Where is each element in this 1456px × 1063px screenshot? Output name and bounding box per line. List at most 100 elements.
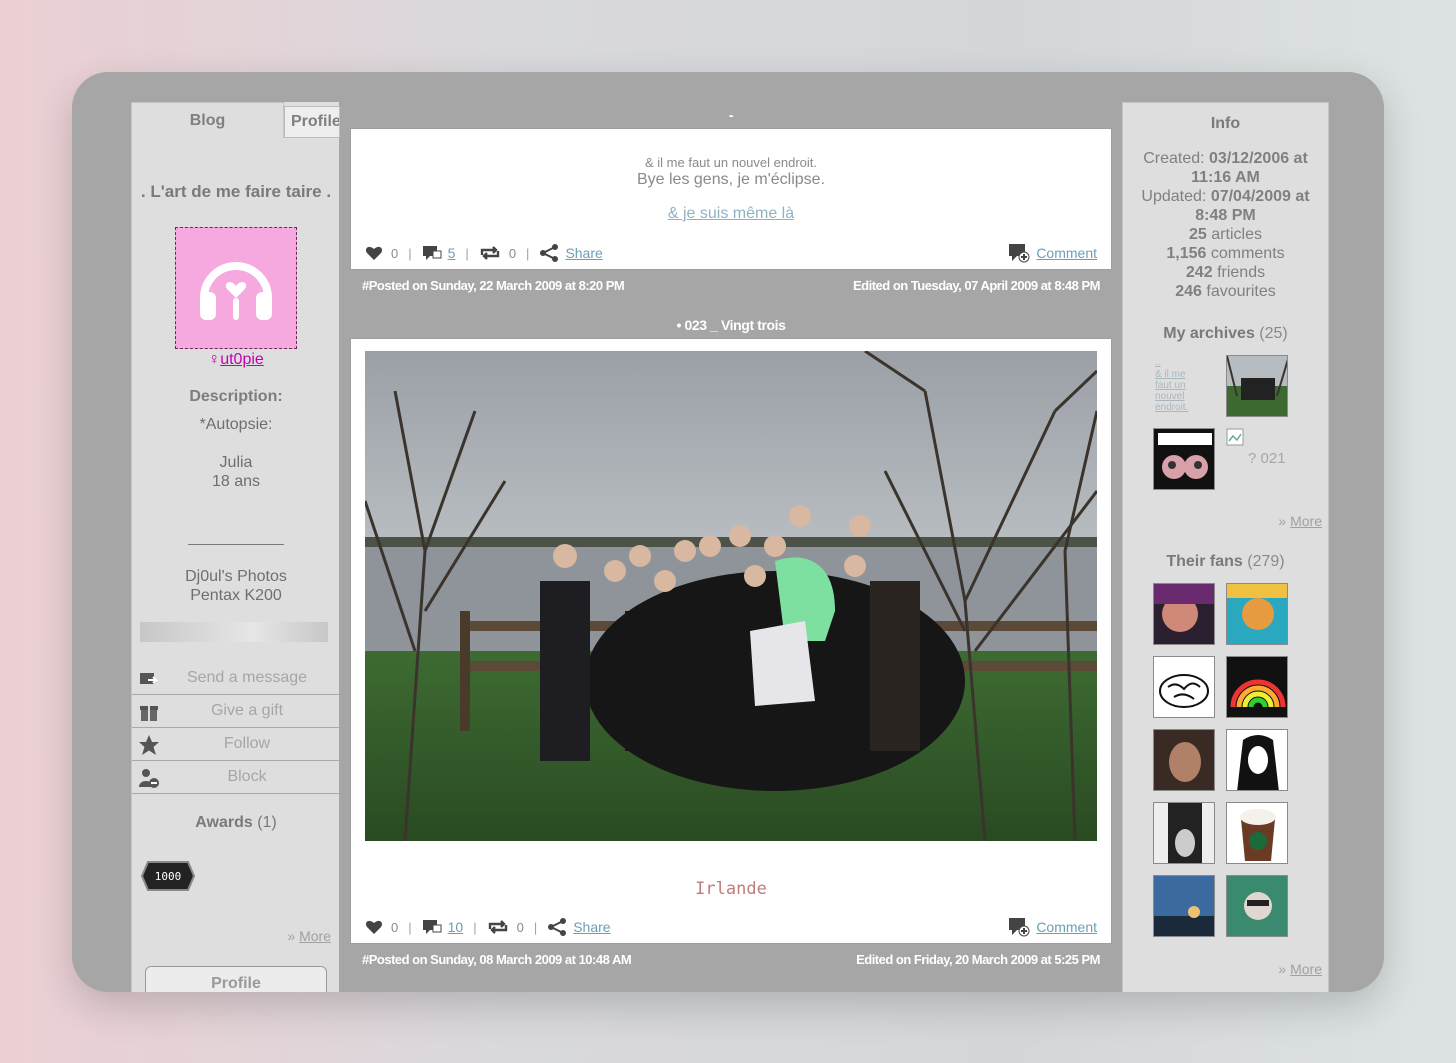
more-prefix: » [287, 928, 296, 944]
share-link[interactable]: Share [565, 245, 602, 261]
give-gift-button[interactable]: Give a gift [132, 695, 340, 728]
archives-label: My archives [1163, 325, 1255, 342]
share-link[interactable]: Share [573, 919, 610, 935]
friends-count: 242 [1185, 264, 1213, 281]
more-label: More [299, 928, 331, 944]
awards-label: Awards [195, 814, 253, 831]
posted-date: #Posted on Sunday, 08 March 2009 at 10:4… [362, 951, 632, 967]
post-text: Bye les gens, je m'éclipse. [636, 171, 826, 188]
photo-caption: Irlande [695, 879, 767, 899]
archive-thumb[interactable] [1226, 355, 1288, 417]
more-prefix: » [1278, 513, 1287, 529]
created-label: Created: [1143, 150, 1205, 167]
brain-icon [1154, 657, 1214, 717]
tab-blog[interactable]: Blog [132, 102, 284, 138]
articles-label: articles [1211, 226, 1262, 243]
info-title: Info [1210, 115, 1241, 132]
female-icon: ♀ [208, 351, 221, 368]
fan-avatar-image [1227, 584, 1287, 644]
like-count: 0 [391, 245, 399, 261]
reblog-icon[interactable] [479, 246, 501, 260]
fan-avatar[interactable] [1226, 656, 1288, 718]
fan-avatar-image [1154, 730, 1214, 790]
send-message-label: Send a message [186, 669, 308, 686]
fan-avatar[interactable] [1226, 729, 1288, 791]
tab-profile[interactable]: Profile [284, 106, 340, 138]
gift-icon [140, 706, 158, 721]
more-archives-link[interactable]: » More [1278, 513, 1322, 529]
follow-button[interactable]: Follow [132, 728, 340, 761]
updated-time: 8:48 PM [1195, 207, 1256, 224]
more-awards-link[interactable]: » More [287, 928, 331, 944]
username-text[interactable]: ut0pie [220, 351, 264, 368]
coffee-cup-icon [1227, 803, 1287, 863]
avatar[interactable] [175, 227, 297, 349]
fan-avatar[interactable] [1153, 802, 1215, 864]
add-comment-icon[interactable] [1008, 243, 1030, 263]
awards-title: Awards (1) [132, 814, 340, 832]
comment-count-link[interactable]: 10 [448, 919, 464, 935]
fan-avatar-image [1154, 584, 1214, 644]
friends-label: friends [1217, 264, 1266, 281]
fans-count: (279) [1247, 553, 1285, 570]
headphones-heart-icon [200, 262, 272, 320]
block-label: Block [227, 768, 267, 785]
comment-link[interactable]: Comment [1036, 245, 1097, 261]
add-comment-icon[interactable] [1008, 917, 1030, 937]
fan-avatar[interactable] [1226, 802, 1288, 864]
reblog-count: 0 [508, 245, 517, 261]
fan-avatar-image [1154, 876, 1214, 936]
block-user-icon [139, 769, 159, 788]
heart-icon[interactable] [365, 919, 383, 935]
share-icon[interactable] [539, 244, 559, 262]
favourites-count: 246 [1175, 283, 1202, 300]
articles-count: 25 [1189, 226, 1207, 243]
reblog-count: 0 [516, 919, 524, 935]
post-title: • 023 _ Vingt trois [676, 317, 786, 333]
description-line: Julia [219, 454, 253, 471]
reblog-icon[interactable] [487, 920, 509, 934]
comment-link[interactable]: Comment [1036, 919, 1097, 935]
post-footer: #Posted on Sunday, 08 March 2009 at 10:4… [350, 944, 1112, 974]
fan-avatar[interactable] [1226, 583, 1288, 645]
username-link[interactable]: ♀ut0pie [132, 351, 340, 369]
fan-avatar[interactable] [1153, 656, 1215, 718]
message-icon [140, 673, 159, 684]
browser-window: Blog Profile . L'art de me faire taire .… [72, 72, 1384, 992]
rainbow-icon [1227, 657, 1287, 717]
fan-avatar[interactable] [1153, 729, 1215, 791]
post-photo[interactable] [365, 351, 1097, 841]
archive-thumb-text[interactable]: .. & il me faut un nouvel endroit. [1155, 357, 1205, 419]
award-badge-icon[interactable]: 1000 [138, 858, 198, 894]
updated-label: Updated: [1141, 188, 1207, 205]
post-link[interactable]: & je suis même là [351, 205, 1111, 223]
fan-avatar-image [1154, 803, 1214, 863]
post-actions: 0 | 10 | 0 | Share Comment [351, 913, 1111, 941]
fan-avatar[interactable] [1153, 583, 1215, 645]
comment-count-link[interactable]: 5 [448, 245, 456, 261]
archives-count: (25) [1259, 325, 1288, 342]
archive-thumb-broken[interactable]: ? 021 [1226, 428, 1296, 490]
archive-comic-image [1154, 429, 1214, 489]
edited-date: Edited on Friday, 20 March 2009 at 5:25 … [856, 951, 1100, 967]
more-label: More [1290, 961, 1322, 977]
more-prefix: » [1278, 961, 1287, 977]
fan-avatar[interactable] [1153, 875, 1215, 937]
share-icon[interactable] [547, 918, 567, 936]
send-message-button[interactable]: Send a message [132, 662, 340, 695]
archive-thumb[interactable] [1153, 428, 1215, 490]
divider [188, 544, 284, 545]
heart-icon[interactable] [365, 245, 383, 261]
profile-actions: Send a message Give a gift Follow Block [132, 662, 340, 794]
fan-avatar-image [1227, 730, 1287, 790]
fan-avatar[interactable] [1226, 875, 1288, 937]
comment-bubble-icon[interactable] [422, 919, 442, 935]
comment-bubble-icon[interactable] [422, 245, 442, 261]
block-button[interactable]: Block [132, 761, 340, 794]
post-footer: #Posted on Sunday, 22 March 2009 at 8:20… [350, 270, 1112, 300]
blog-title: . L'art de me faire taire . [140, 182, 332, 201]
profile-button[interactable]: Profile [145, 966, 327, 992]
more-fans-link[interactable]: » More [1278, 961, 1322, 977]
more-label: More [1290, 513, 1322, 529]
star-icon [139, 735, 159, 755]
